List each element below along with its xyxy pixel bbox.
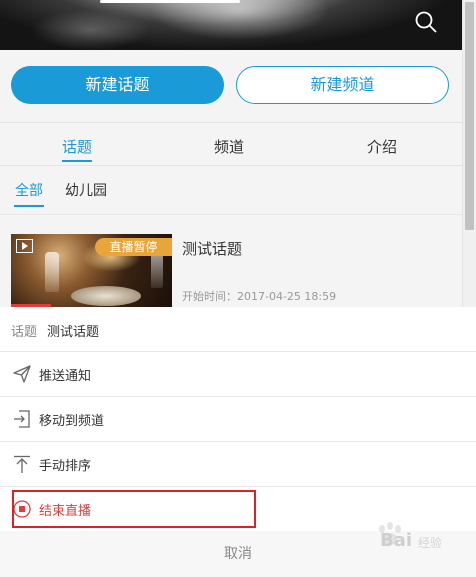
new-topic-button[interactable]: 新建话题 bbox=[11, 66, 224, 104]
topic-thumbnail[interactable]: 直播暂停 bbox=[11, 234, 172, 307]
header-image-highlight bbox=[150, 0, 330, 40]
annotation-highlight bbox=[12, 490, 256, 528]
push-notification-action[interactable]: 推送通知 bbox=[0, 352, 476, 397]
live-status-badge: 直播暂停 bbox=[95, 238, 172, 256]
category-active-indicator bbox=[14, 205, 44, 207]
new-channel-button[interactable]: 新建频道 bbox=[236, 66, 449, 104]
manual-sort-label: 手动排序 bbox=[39, 459, 92, 474]
baidu-paw-logo bbox=[379, 522, 401, 545]
search-button[interactable] bbox=[414, 10, 438, 34]
video-icon bbox=[16, 239, 33, 253]
header-image bbox=[0, 0, 462, 50]
move-in-icon bbox=[14, 410, 30, 428]
category-all[interactable]: 全部 bbox=[15, 180, 43, 200]
header-image-highlight-secondary bbox=[30, 10, 150, 50]
thumbnail-glass bbox=[151, 252, 163, 288]
thumbnail-glass bbox=[45, 252, 59, 292]
topic-title[interactable]: 测试话题 bbox=[182, 238, 242, 259]
send-icon bbox=[13, 365, 31, 383]
action-sheet-header-value: 测试话题 bbox=[47, 325, 100, 340]
tab-topics[interactable]: 话题 bbox=[62, 136, 92, 157]
action-sheet-header: 话题 测试话题 bbox=[0, 307, 476, 352]
scrollbar-thumb[interactable] bbox=[465, 2, 474, 230]
manual-sort-action[interactable]: 手动排序 bbox=[0, 442, 476, 487]
divider bbox=[0, 165, 462, 166]
move-to-channel-action[interactable]: 移动到频道 bbox=[0, 397, 476, 442]
thumbnail-plate bbox=[71, 286, 141, 306]
divider bbox=[0, 122, 462, 123]
header-white-strip bbox=[100, 0, 240, 3]
sort-to-top-icon bbox=[14, 455, 30, 473]
watermark-subtext: 经验 bbox=[418, 536, 443, 550]
search-icon bbox=[415, 11, 437, 33]
push-notification-label: 推送通知 bbox=[39, 369, 92, 384]
main-content: 新建话题 新建频道 话题 频道 介绍 全部 幼儿园 直播暂停 测试话题 开始时间… bbox=[0, 50, 462, 307]
divider bbox=[0, 214, 462, 215]
action-sheet-header-label: 话题 bbox=[11, 325, 38, 340]
category-kindergarten[interactable]: 幼儿园 bbox=[65, 180, 107, 200]
tab-channels[interactable]: 频道 bbox=[214, 136, 244, 157]
move-to-channel-label: 移动到频道 bbox=[39, 414, 105, 429]
tab-active-indicator bbox=[62, 160, 92, 162]
watermark-text: Bai bbox=[380, 530, 413, 551]
topic-start-time: 开始时间：2017-04-25 18:59 bbox=[182, 290, 337, 303]
tab-intro[interactable]: 介绍 bbox=[367, 136, 397, 157]
